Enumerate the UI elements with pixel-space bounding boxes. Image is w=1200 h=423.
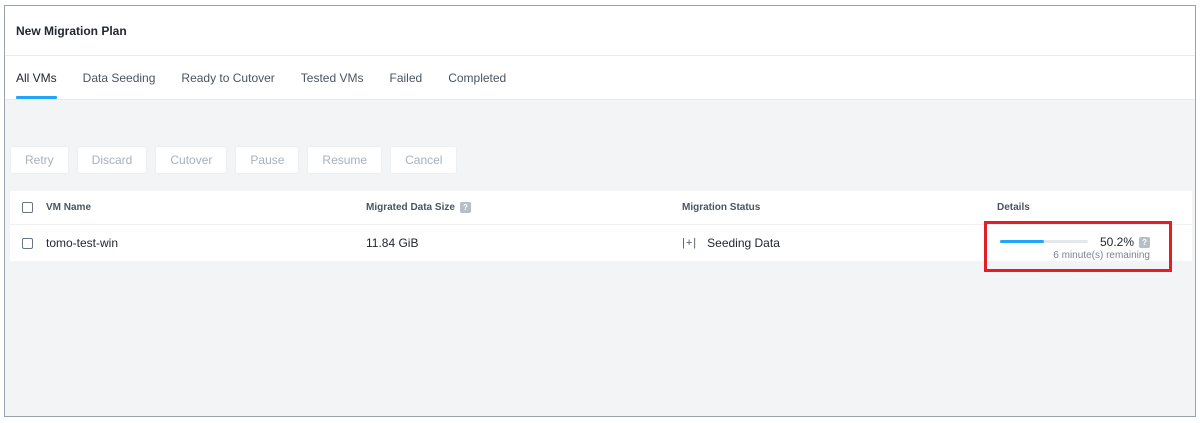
tab-tested-vms[interactable]: Tested VMs	[301, 71, 364, 99]
migrated-size-cell: 11.84 GiB	[353, 236, 669, 250]
pause-button[interactable]: Pause	[235, 146, 300, 174]
discard-button[interactable]: Discard	[76, 146, 148, 174]
migration-status-value: Seeding Data	[707, 236, 780, 250]
header-vm-name-cell: VM Name	[10, 202, 353, 213]
progress-bar	[1000, 240, 1088, 243]
help-icon[interactable]: ?	[459, 202, 471, 213]
page-title: New Migration Plan	[16, 23, 127, 38]
status-cell: |+| Seeding Data	[669, 236, 984, 250]
tab-ready-to-cutover[interactable]: Ready to Cutover	[181, 71, 274, 99]
tab-failed[interactable]: Failed	[390, 71, 423, 99]
header-status-cell: Migration Status	[669, 202, 984, 213]
tab-data-seeding[interactable]: Data Seeding	[83, 71, 156, 99]
progress-percent-value: 50.2%	[1099, 235, 1134, 249]
vm-name: tomo-test-win	[46, 236, 119, 250]
header-migrated-size-cell: Migrated Data Size ?	[353, 202, 669, 213]
resume-button[interactable]: Resume	[307, 146, 383, 174]
migrated-size-value: 11.84 GiB	[366, 236, 419, 250]
header-migrated-size: Migrated Data Size	[366, 202, 455, 213]
row-select-checkbox[interactable]	[22, 237, 33, 249]
tab-all-vms[interactable]: All VMs	[16, 71, 57, 99]
progress-percent: 50.2% ?	[1100, 235, 1150, 249]
tab-bar: All VMs Data Seeding Ready to Cutover Te…	[5, 56, 1195, 100]
help-icon[interactable]: ?	[1139, 236, 1150, 248]
cutover-button[interactable]: Cutover	[155, 146, 228, 174]
tab-completed[interactable]: Completed	[448, 71, 506, 99]
cancel-button[interactable]: Cancel	[390, 146, 458, 174]
table-header-row: VM Name Migrated Data Size ? Migration S…	[10, 191, 1192, 225]
panel-header: New Migration Plan	[5, 6, 1195, 56]
retry-button[interactable]: Retry	[10, 146, 69, 174]
time-remaining: 6 minute(s) remaining	[1053, 250, 1150, 261]
progress-bar-fill	[1000, 240, 1045, 243]
header-details: Details	[997, 202, 1030, 213]
header-details-cell: Details	[984, 202, 1192, 213]
select-all-checkbox[interactable]	[22, 202, 33, 213]
vm-name-cell: tomo-test-win	[10, 236, 353, 250]
seeding-status-icon: |+|	[682, 237, 698, 249]
header-vm-name: VM Name	[46, 202, 92, 213]
action-toolbar: Retry Discard Cutover Pause Resume Cance…	[10, 146, 465, 174]
header-migration-status: Migration Status	[682, 202, 761, 213]
